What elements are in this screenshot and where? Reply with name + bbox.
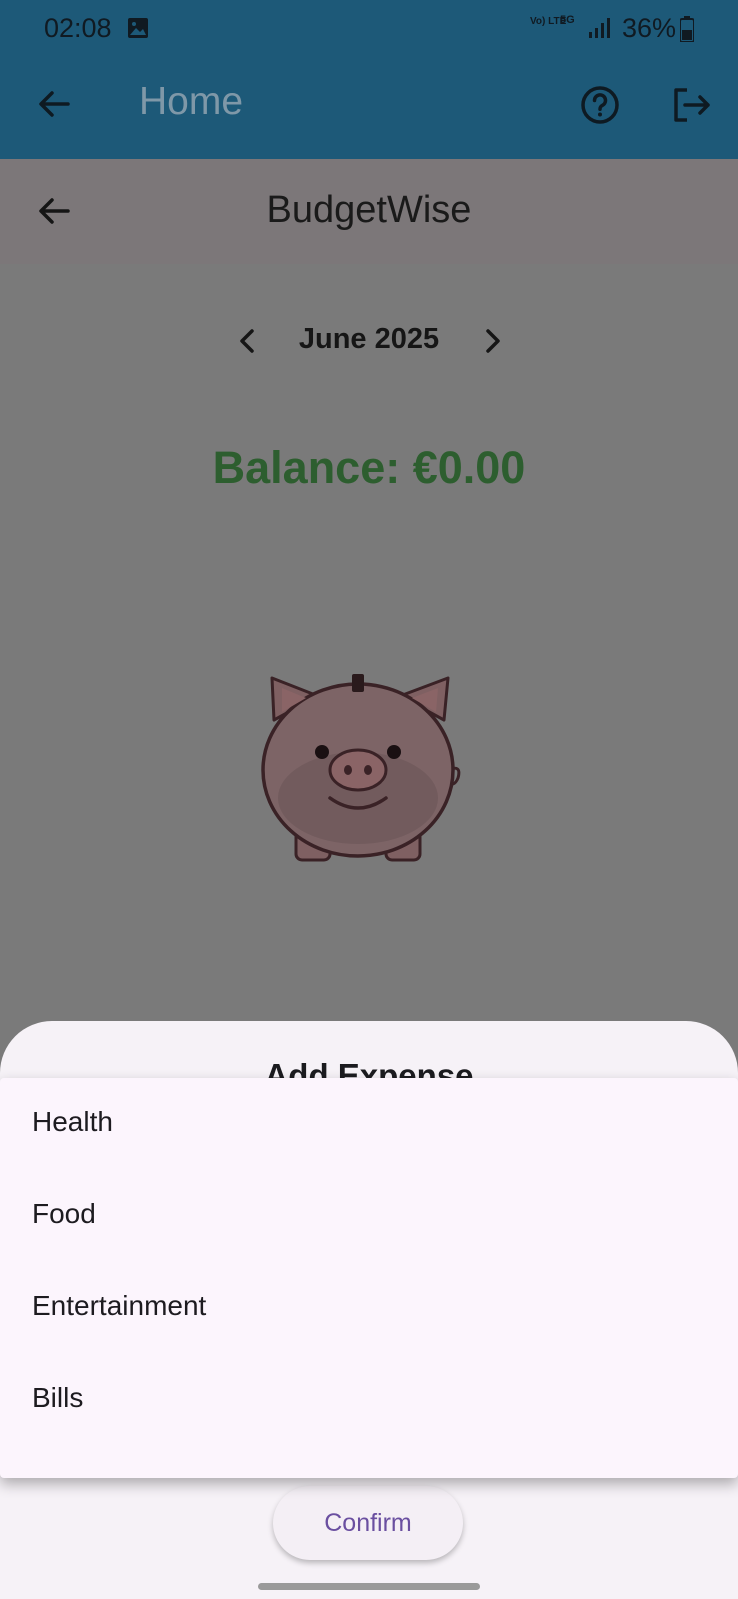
menu-item-food[interactable]: Food: [0, 1170, 738, 1262]
status-bar: 02:08 Vo) LTE 5G 36%: [0, 0, 738, 56]
page-title: BudgetWise: [266, 189, 472, 231]
gallery-icon: [128, 18, 148, 38]
chevron-right-icon[interactable]: [476, 321, 508, 361]
battery-percent: 36%: [621, 13, 676, 43]
page-header: BudgetWise: [0, 159, 738, 264]
month-label: June 2025: [298, 323, 440, 355]
piggy-bank-icon: [261, 674, 461, 862]
signal-icon: [589, 18, 610, 38]
menu-item-label: Health: [32, 1106, 113, 1137]
menu-item-label: Bills: [32, 1382, 84, 1413]
help-circle-icon[interactable]: [579, 84, 621, 126]
category-dropdown-menu: Health Food Entertainment Bills: [0, 1078, 738, 1478]
network-type: 5G: [560, 14, 575, 26]
confirm-button[interactable]: Confirm: [273, 1486, 463, 1560]
app-bar: Home: [0, 56, 738, 159]
back-arrow-icon[interactable]: [34, 84, 74, 124]
status-time: 02:08: [44, 13, 112, 43]
home-indicator[interactable]: [258, 1583, 480, 1590]
battery-icon: [680, 16, 694, 42]
menu-item-label: Entertainment: [32, 1290, 207, 1321]
menu-item-health[interactable]: Health: [0, 1078, 738, 1170]
menu-item-bills[interactable]: Bills: [0, 1354, 738, 1446]
menu-item-entertainment[interactable]: Entertainment: [0, 1262, 738, 1354]
menu-item-label: Food: [32, 1198, 96, 1229]
logout-icon[interactable]: [670, 84, 712, 126]
month-selector: June 2025: [0, 319, 738, 363]
balance-text: Balance: €0.00: [212, 442, 526, 493]
app-title: Home: [139, 80, 244, 123]
